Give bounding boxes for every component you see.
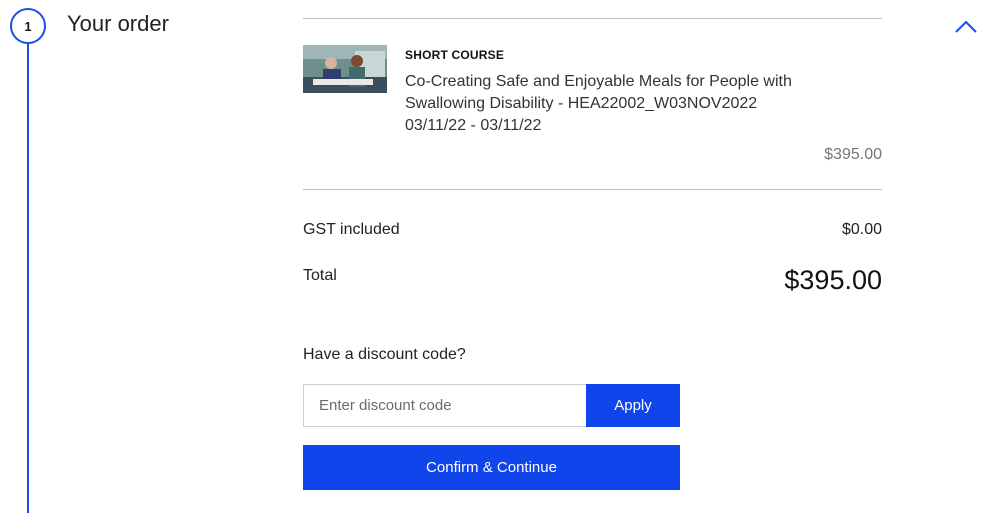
course-type-badge: SHORT COURSE (405, 48, 505, 62)
course-dates: 03/11/22 - 03/11/22 (405, 117, 542, 134)
discount-code-input[interactable] (303, 384, 586, 427)
collapse-section-button[interactable] (952, 17, 980, 37)
step-progress-line (27, 44, 29, 513)
item-price: $395.00 (824, 146, 882, 163)
divider-top (303, 18, 882, 19)
gst-label: GST included (303, 221, 400, 238)
total-label: Total (303, 267, 337, 284)
gst-value: $0.00 (841, 221, 882, 238)
step-title: Your order (67, 11, 169, 36)
step-number-badge: 1 (10, 8, 46, 44)
discount-code-label: Have a discount code? (303, 346, 466, 363)
total-value: $395.00 (784, 265, 882, 295)
chevron-up-icon (955, 20, 977, 33)
course-thumbnail (303, 45, 387, 93)
apply-discount-button[interactable]: Apply (586, 384, 680, 427)
divider-middle (303, 189, 882, 190)
confirm-continue-button[interactable]: Confirm & Continue (303, 445, 680, 490)
step-number: 1 (24, 18, 32, 34)
course-photo-icon (303, 45, 387, 93)
course-title: Co-Creating Safe and Enjoyable Meals for… (405, 73, 792, 112)
